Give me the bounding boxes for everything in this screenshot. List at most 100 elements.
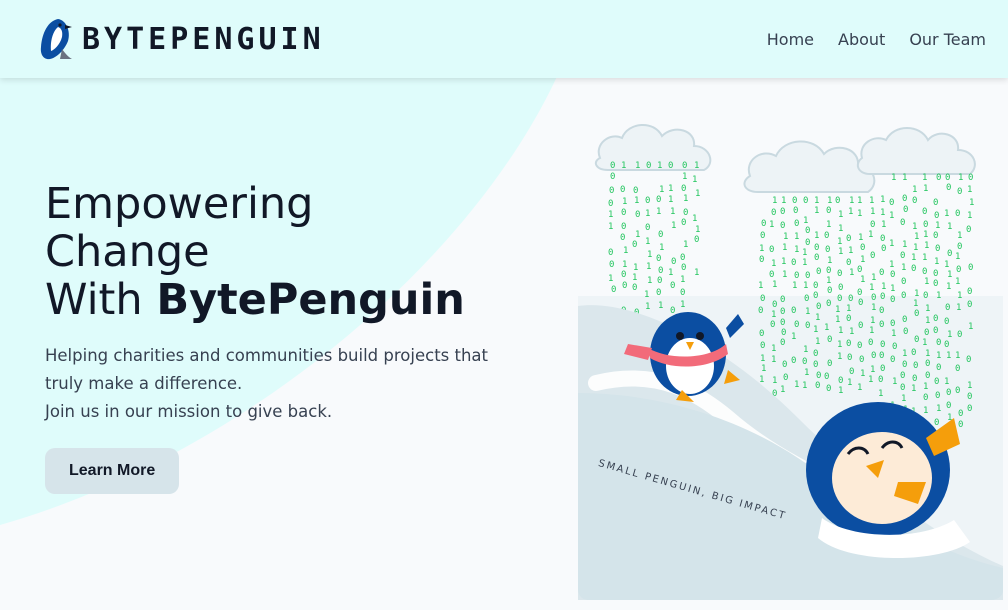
svg-text:0: 0: [782, 360, 787, 370]
svg-text:1: 1: [947, 330, 952, 340]
svg-text:1: 1: [857, 383, 862, 393]
svg-text:0: 0: [621, 208, 626, 218]
svg-text:0: 0: [946, 401, 951, 411]
nav-link-home[interactable]: Home: [767, 30, 814, 49]
svg-text:1: 1: [814, 231, 819, 241]
svg-text:0: 0: [934, 418, 939, 428]
cloud-center-icon: [743, 140, 876, 193]
svg-text:0: 0: [794, 271, 799, 281]
svg-text:0: 0: [901, 277, 906, 287]
hero-section: Empowering Change With BytePenguin Helpi…: [45, 180, 565, 494]
svg-text:1: 1: [794, 380, 799, 390]
svg-text:0: 0: [813, 281, 818, 291]
nav-link-our-team[interactable]: Our Team: [909, 30, 986, 49]
hero-title: Empowering Change With BytePenguin: [45, 180, 565, 324]
svg-text:0: 0: [848, 294, 853, 304]
svg-text:0: 0: [890, 295, 895, 305]
svg-text:0: 0: [933, 269, 938, 279]
svg-text:1: 1: [934, 257, 939, 267]
svg-text:0: 0: [903, 327, 908, 337]
svg-text:1: 1: [837, 340, 842, 350]
svg-text:0: 0: [680, 253, 685, 263]
svg-text:1: 1: [858, 233, 863, 243]
svg-text:1: 1: [889, 211, 894, 221]
svg-text:0: 0: [645, 196, 650, 206]
svg-text:1: 1: [758, 281, 763, 291]
svg-text:0: 0: [912, 374, 917, 384]
hero-description-line-1: Helping charities and communities build …: [45, 346, 489, 365]
svg-text:0: 0: [912, 196, 917, 206]
svg-text:0: 0: [967, 300, 972, 310]
svg-text:0: 0: [947, 249, 952, 259]
svg-text:0: 0: [890, 319, 895, 329]
svg-text:0: 0: [780, 307, 785, 317]
svg-text:1: 1: [870, 207, 875, 217]
svg-text:1: 1: [645, 209, 650, 219]
svg-text:1: 1: [968, 322, 973, 332]
svg-text:1: 1: [901, 263, 906, 273]
svg-text:1: 1: [837, 352, 842, 362]
svg-text:0: 0: [923, 220, 928, 230]
svg-text:0: 0: [967, 404, 972, 414]
svg-text:0: 0: [935, 244, 940, 254]
svg-text:0: 0: [794, 219, 799, 229]
svg-text:0: 0: [772, 300, 777, 310]
svg-text:1: 1: [659, 243, 664, 253]
svg-text:1: 1: [803, 345, 808, 355]
svg-text:0: 0: [694, 235, 699, 245]
svg-text:1: 1: [838, 247, 843, 257]
svg-text:1: 1: [871, 273, 876, 283]
learn-more-button[interactable]: Learn More: [45, 448, 180, 494]
svg-text:1: 1: [802, 381, 807, 391]
svg-text:0: 0: [791, 258, 796, 268]
svg-text:1: 1: [668, 268, 673, 278]
svg-text:0: 0: [826, 206, 831, 216]
svg-text:1: 1: [781, 257, 786, 267]
svg-text:0: 0: [880, 292, 885, 302]
svg-text:1: 1: [957, 291, 962, 301]
svg-text:0: 0: [857, 288, 862, 298]
svg-text:1: 1: [668, 184, 673, 194]
svg-text:0: 0: [881, 244, 886, 254]
svg-text:1: 1: [837, 237, 842, 247]
svg-text:1: 1: [826, 220, 831, 230]
svg-text:1: 1: [889, 260, 894, 270]
svg-text:0: 0: [944, 340, 949, 350]
brand-name: BYTEPENGUIN: [82, 21, 325, 57]
brand[interactable]: BYTEPENGUIN: [38, 17, 325, 61]
svg-text:0: 0: [835, 196, 840, 206]
svg-text:0: 0: [670, 306, 675, 316]
svg-text:0: 0: [857, 341, 862, 351]
svg-text:1: 1: [923, 382, 928, 392]
svg-text:0: 0: [967, 392, 972, 402]
svg-text:0: 0: [957, 330, 962, 340]
svg-text:1: 1: [772, 196, 777, 206]
svg-text:0: 0: [945, 303, 950, 313]
svg-text:0: 0: [769, 270, 774, 280]
svg-text:0: 0: [934, 377, 939, 387]
svg-text:0: 0: [827, 286, 832, 296]
svg-text:0: 0: [760, 341, 765, 351]
nav-link-about[interactable]: About: [838, 30, 885, 49]
svg-text:0: 0: [780, 221, 785, 231]
svg-text:1: 1: [881, 220, 886, 230]
svg-text:0: 0: [914, 309, 919, 319]
svg-text:0: 0: [813, 360, 818, 370]
svg-text:0: 0: [903, 205, 908, 215]
svg-text:1: 1: [914, 232, 919, 242]
hero-description: Helping charities and communities build …: [45, 342, 565, 426]
svg-text:1: 1: [632, 273, 637, 283]
svg-text:0: 0: [620, 185, 625, 195]
svg-text:0: 0: [870, 251, 875, 261]
svg-text:0: 0: [911, 348, 916, 358]
svg-text:1: 1: [835, 315, 840, 325]
svg-text:0: 0: [871, 351, 876, 361]
svg-text:0: 0: [913, 361, 918, 371]
svg-text:0: 0: [956, 265, 961, 275]
svg-text:0: 0: [958, 409, 963, 419]
svg-text:1: 1: [890, 284, 895, 294]
svg-text:0: 0: [911, 264, 916, 274]
svg-text:0: 0: [608, 248, 613, 258]
svg-text:1: 1: [838, 224, 843, 234]
svg-text:1: 1: [645, 302, 650, 312]
